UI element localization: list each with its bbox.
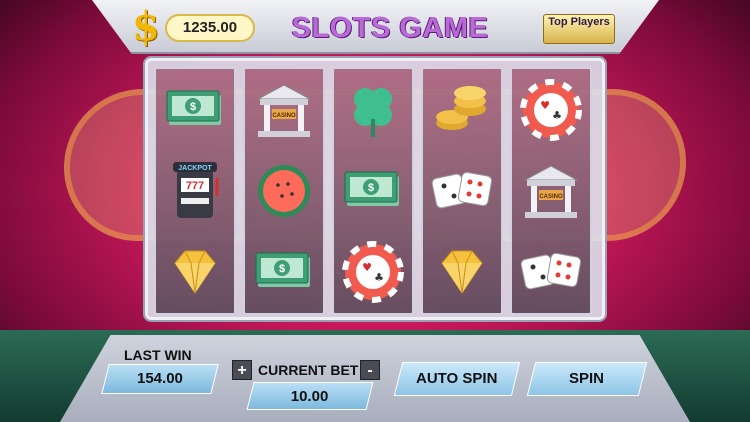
svg-text:CASINO: CASINO	[272, 113, 296, 119]
reel-4	[421, 67, 503, 315]
watermelon-icon	[252, 160, 316, 222]
last-win-value: 154.00	[101, 364, 219, 394]
poker-chip-icon: ♥ ♣	[341, 241, 405, 304]
top-players-button[interactable]: Top Players	[543, 14, 615, 44]
spin-button[interactable]: SPIN	[526, 362, 648, 396]
dice-icon	[519, 241, 583, 303]
reel-1: $ JACKPOT 777	[154, 67, 236, 315]
casino-building-icon: CASINO	[519, 160, 583, 222]
reel-3: $ ♥ ♣	[332, 67, 414, 315]
last-win-label: LAST WIN	[124, 347, 192, 363]
current-bet-label: CURRENT BET	[258, 362, 359, 378]
reel-5: ♥ ♣ CASINO	[510, 67, 592, 315]
game-title: SLOTS GAME	[291, 12, 489, 44]
increase-bet-button[interactable]: +	[232, 360, 252, 380]
svg-text:CASINO: CASINO	[539, 194, 563, 200]
current-bet-value: 10.00	[246, 382, 374, 410]
dollar-coin-icon: $	[132, 3, 160, 50]
svg-text:♣: ♣	[552, 109, 562, 122]
cash-icon: $	[163, 79, 227, 141]
svg-text:777: 777	[186, 180, 204, 192]
auto-spin-button[interactable]: AUTO SPIN	[393, 362, 521, 396]
svg-text:JACKPOT: JACKPOT	[178, 165, 212, 172]
coins-stack-icon	[430, 79, 494, 141]
diamond-icon	[163, 241, 227, 303]
cash-icon: $	[341, 160, 405, 222]
svg-text:$: $	[279, 263, 285, 275]
svg-text:$: $	[190, 101, 196, 113]
diamond-icon	[430, 241, 494, 303]
svg-text:♣: ♣	[374, 271, 384, 284]
balance-display: 1235.00	[165, 14, 255, 42]
casino-building-icon: CASINO	[252, 79, 316, 141]
reel-2: CASINO $	[243, 67, 325, 315]
jackpot-machine-icon: JACKPOT 777	[163, 160, 227, 222]
svg-text:$: $	[368, 182, 374, 194]
poker-chip-icon: ♥ ♣	[519, 78, 583, 141]
cash-icon: $	[252, 241, 316, 303]
svg-text:♥: ♥	[540, 99, 550, 112]
reel-frame: $ JACKPOT 777 CASINO $ $ ♥ ♣ ♥ ♣ CASINO	[145, 58, 605, 320]
svg-text:♥: ♥	[362, 261, 372, 274]
decrease-bet-button[interactable]: -	[360, 360, 380, 380]
clover-icon	[341, 79, 405, 141]
dice-icon	[430, 160, 494, 222]
